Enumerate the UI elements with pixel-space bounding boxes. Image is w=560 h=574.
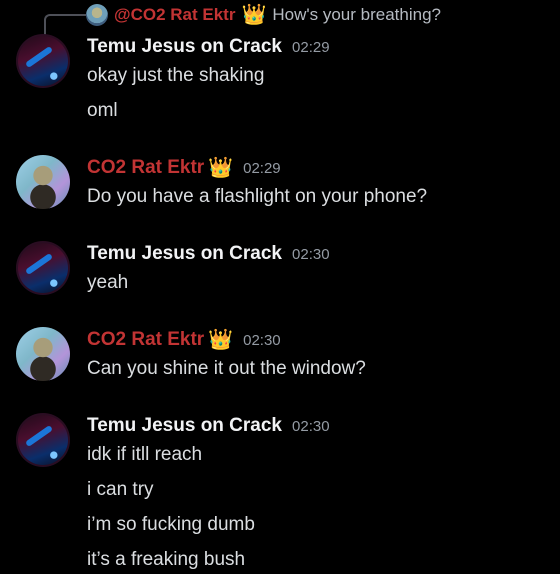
message-header: Temu Jesus on Crack 02:30 [87,413,330,439]
author-name[interactable]: CO2 Rat Ektr [87,157,204,179]
avatar[interactable] [16,34,70,88]
message-text: idk if itll reach [87,444,203,465]
crown-icon: 👑 [208,157,234,179]
reply-text[interactable]: How's your breathing? [272,5,441,25]
message-text: it’s a freaking bush [87,549,246,570]
author-name[interactable]: Temu Jesus on Crack [87,36,282,58]
author-name[interactable]: Temu Jesus on Crack [87,243,282,265]
author-name[interactable]: Temu Jesus on Crack [87,415,282,437]
crown-icon: 👑 [208,329,234,351]
timestamp: 02:29 [243,159,281,177]
timestamp: 02:30 [292,245,330,263]
reply-preview[interactable]: @CO2 Rat Ektr 👑 How's your breathing? [86,3,441,27]
message-text: yeah [87,272,129,293]
avatar[interactable] [16,241,70,295]
timestamp: 02:30 [292,417,330,435]
crown-icon: 👑 [241,4,267,26]
avatar[interactable] [16,327,70,381]
message-text: i’m so fucking dumb [87,514,255,535]
message-header: CO2 Rat Ektr 👑 02:29 [87,155,281,181]
timestamp: 02:30 [243,331,281,349]
message-text: okay just the shaking [87,65,265,86]
message-header: Temu Jesus on Crack 02:29 [87,34,330,60]
message-text: Can you shine it out the window? [87,358,366,379]
message-header: Temu Jesus on Crack 02:30 [87,241,330,267]
timestamp: 02:29 [292,38,330,56]
reply-author-name[interactable]: @CO2 Rat Ektr [114,5,235,25]
avatar[interactable] [16,155,70,209]
message-text: oml [87,100,118,121]
avatar[interactable] [16,413,70,467]
author-name[interactable]: CO2 Rat Ektr [87,329,204,351]
reply-avatar [86,4,108,26]
message-text: Do you have a flashlight on your phone? [87,186,428,207]
message-header: CO2 Rat Ektr 👑 02:30 [87,327,281,353]
message-text: i can try [87,479,154,500]
reply-connector [44,14,86,36]
